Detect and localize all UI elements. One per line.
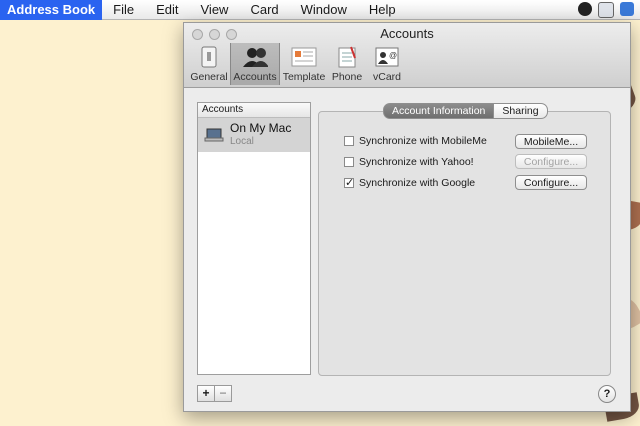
account-row-on-my-mac[interactable]: On My Mac Local	[198, 118, 310, 152]
tab-account-information[interactable]: Account Information	[383, 103, 495, 119]
switch-icon	[196, 45, 222, 69]
sync-google-label: Synchronize with Google	[359, 177, 476, 189]
toolbar-phone[interactable]: Phone	[328, 43, 366, 85]
toolbar-phone-label: Phone	[331, 71, 363, 83]
list-edit-buttons: + −	[197, 385, 232, 402]
remove-account-button[interactable]: −	[215, 385, 232, 402]
account-name: On My Mac	[230, 121, 292, 135]
help-button[interactable]: ?	[598, 385, 616, 403]
sync-yahoo-option[interactable]: Synchronize with Yahoo!	[344, 156, 474, 168]
sync-yahoo-checkbox[interactable]	[344, 157, 354, 167]
people-icon	[242, 45, 268, 69]
toolbar-template[interactable]: Template	[282, 43, 326, 85]
configure-google-button[interactable]: Configure...	[515, 175, 587, 190]
dropbox-icon[interactable]	[598, 2, 614, 18]
laptop-icon	[204, 128, 224, 142]
menu-card[interactable]: Card	[239, 0, 289, 20]
sync-google-checkbox[interactable]: ✓	[344, 177, 355, 189]
vcard-icon: @	[374, 45, 400, 69]
accounts-window: Accounts General Accounts Template Phone…	[183, 22, 631, 412]
accounts-list-header: Accounts	[198, 103, 310, 118]
menu-help[interactable]: Help	[358, 0, 407, 20]
account-subtitle: Local	[230, 136, 254, 147]
preferences-toolbar: General Accounts Template Phone @ vCard	[190, 43, 408, 85]
toolbar-vcard[interactable]: @ vCard	[368, 43, 406, 85]
add-account-button[interactable]: +	[197, 385, 215, 402]
toolbar-accounts-label: Accounts	[233, 71, 277, 83]
sync-google-option[interactable]: ✓ Synchronize with Google	[344, 177, 475, 189]
checkmark-icon: ✓	[345, 177, 355, 189]
sync-yahoo-label: Synchronize with Yahoo!	[359, 156, 474, 168]
menu-extras	[578, 2, 634, 18]
toolbar-general-label: General	[190, 71, 228, 83]
svg-text:@: @	[389, 51, 397, 60]
accounts-list: Accounts On My Mac Local	[197, 102, 311, 375]
menu-bar: Address Book File Edit View Card Window …	[0, 0, 640, 20]
menu-edit[interactable]: Edit	[145, 0, 189, 20]
mobileme-button[interactable]: MobileMe...	[515, 134, 587, 149]
panel-tabs: Account Information Sharing	[383, 103, 548, 119]
menu-window[interactable]: Window	[290, 0, 358, 20]
phone-notepad-icon	[334, 45, 360, 69]
toolbar-general[interactable]: General	[190, 43, 228, 85]
sync-mobileme-option[interactable]: Synchronize with MobileMe	[344, 135, 487, 147]
template-card-icon	[291, 45, 317, 69]
window-titlebar: Accounts General Accounts Template Phone…	[184, 23, 630, 88]
spider-icon[interactable]	[578, 2, 592, 16]
sync-mobileme-label: Synchronize with MobileMe	[359, 135, 487, 147]
menu-app-name[interactable]: Address Book	[0, 0, 103, 20]
tab-sharing[interactable]: Sharing	[494, 103, 548, 119]
sync-mobileme-checkbox[interactable]	[344, 136, 354, 146]
toolbar-vcard-label: vCard	[372, 71, 401, 83]
blue-app-icon[interactable]	[620, 2, 634, 16]
menu-file[interactable]: File	[102, 0, 145, 20]
window-title: Accounts	[380, 26, 434, 41]
account-info-panel	[318, 111, 611, 376]
account-row-text: On My Mac Local	[230, 122, 291, 148]
configure-yahoo-button[interactable]: Configure...	[515, 154, 587, 169]
toolbar-accounts[interactable]: Accounts	[230, 43, 280, 85]
toolbar-template-label: Template	[282, 71, 326, 83]
menu-view[interactable]: View	[190, 0, 240, 20]
